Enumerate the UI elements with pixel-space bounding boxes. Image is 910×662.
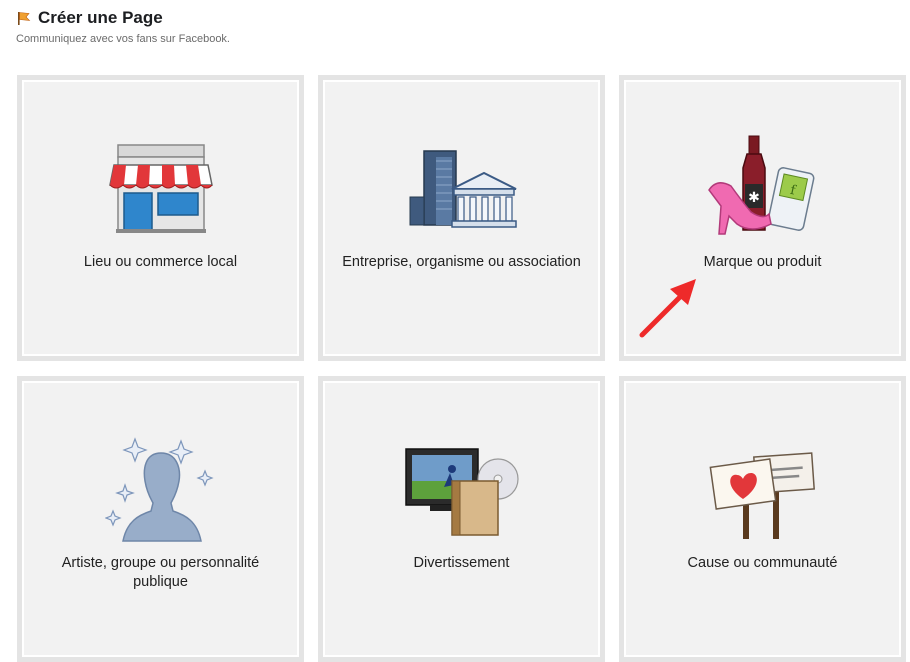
tile-artist-public-figure[interactable]: Artiste, groupe ou personnalité publique <box>17 376 304 662</box>
page-header: Créer une Page Communiquez avec vos fans… <box>16 8 230 45</box>
tile-brand-product-label: Marque ou produit <box>703 254 822 270</box>
tile-artist-public-figure-card[interactable]: Artiste, groupe ou personnalité publique <box>22 381 299 657</box>
protest-signs-icon <box>709 452 815 539</box>
tile-entertainment[interactable]: Divertissement <box>318 376 605 662</box>
red-arrow-icon <box>639 279 696 338</box>
tile-company-card[interactable]: Entreprise, organisme ou association <box>323 80 600 356</box>
tile-entertainment-label: Divertissement <box>413 555 510 571</box>
celebrity-silhouette-icon <box>104 437 214 542</box>
flag-icon <box>18 12 31 25</box>
tile-local-business-label: Lieu ou commerce local <box>83 254 238 270</box>
tile-local-business-card[interactable]: Lieu ou commerce local <box>22 80 299 356</box>
tile-local-business[interactable]: Lieu ou commerce local <box>17 75 304 361</box>
page-title: Créer une Page <box>38 8 163 27</box>
page-subtitle: Communiquez avec vos fans sur Facebook. <box>16 33 230 45</box>
tile-cause-community-label: Cause ou communauté <box>687 555 838 571</box>
tile-artist-public-figure-label: Artiste, groupe ou personnalité publique <box>61 555 260 590</box>
tile-entertainment-card[interactable]: Divertissement <box>323 381 600 657</box>
media-icon <box>404 448 519 536</box>
tile-company-label: Entreprise, organisme ou association <box>342 254 581 270</box>
buildings-icon <box>409 150 517 228</box>
products-icon: ✱ f <box>707 135 814 235</box>
tile-cause-community-card[interactable]: Cause ou communauté <box>624 381 901 657</box>
tile-company[interactable]: Entreprise, organisme ou association <box>318 75 605 361</box>
svg-text:✱: ✱ <box>748 190 760 206</box>
tile-cause-community[interactable]: Cause ou communauté <box>619 376 906 662</box>
storefront-icon <box>108 144 213 233</box>
